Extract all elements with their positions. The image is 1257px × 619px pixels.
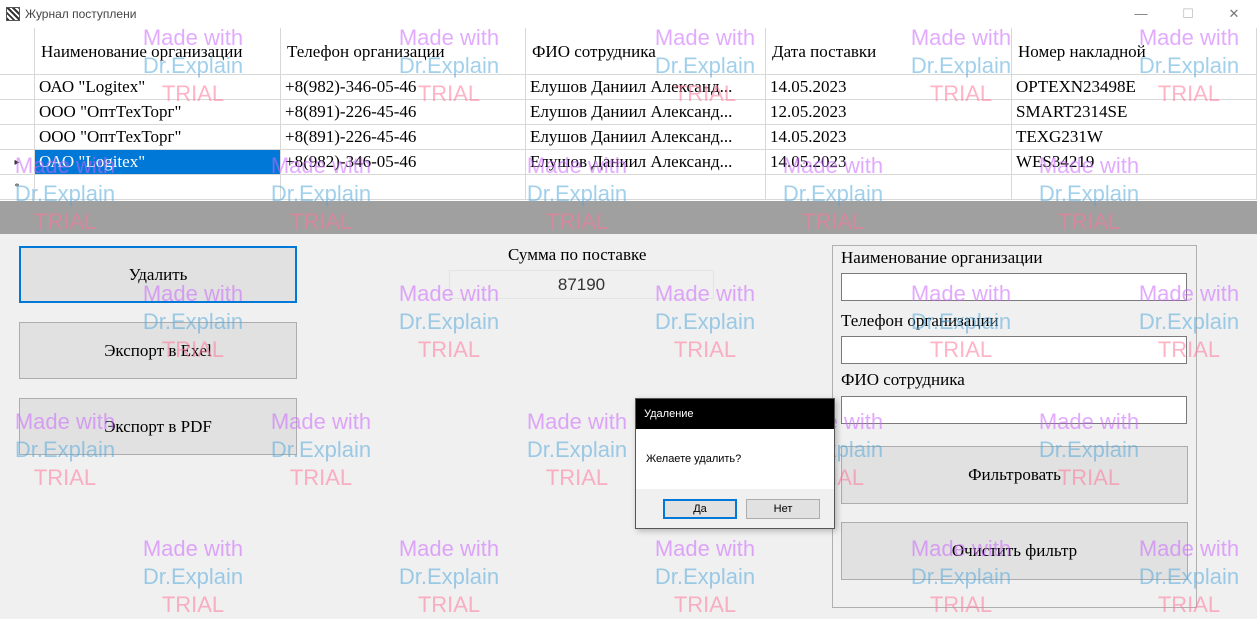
app-icon — [6, 7, 20, 21]
watermark: Made withDr.ExplainTRIAL — [142, 536, 244, 617]
table-cell-invoice[interactable]: WES34219 — [1012, 150, 1257, 175]
sum-label: Сумма по поставке — [508, 245, 647, 264]
table-cell-invoice[interactable]: TEXG231W — [1012, 125, 1257, 150]
watermark: Made withDr.ExplainTRIAL — [398, 536, 500, 617]
table-cell-date[interactable]: 14.05.2023 — [766, 125, 1012, 150]
new-row-cell[interactable] — [766, 175, 1012, 200]
window-title: Журнал поступлени — [25, 7, 137, 21]
table-cell-employee[interactable]: Елушов Даниил Александ... — [526, 150, 766, 175]
table-cell-invoice[interactable]: OPTEXN23498E — [1012, 75, 1257, 100]
table-cell-organization[interactable]: ООО "ОптТехТорг" — [35, 100, 281, 125]
column-header-phone[interactable]: Телефон организации — [281, 28, 526, 75]
sum-value: 87190 — [449, 270, 714, 299]
grid-empty-area — [0, 201, 1257, 234]
maximize-icon[interactable]: ☐ — [1165, 2, 1211, 26]
column-header-date[interactable]: Дата поставки — [766, 28, 1012, 75]
table-cell-phone[interactable]: +8(982)-346-05-46 — [281, 75, 526, 100]
table-cell-organization[interactable]: ООО "ОптТехТорг" — [35, 125, 281, 150]
dialog-yes-button[interactable]: Да — [663, 499, 737, 519]
delete-button[interactable]: Удалить — [19, 246, 297, 303]
new-row-cell[interactable] — [1012, 175, 1257, 200]
filter-employee-label: ФИО сотрудника — [841, 370, 965, 389]
filter-employee-input[interactable] — [841, 396, 1187, 424]
clear-filter-button[interactable]: Очистить фильтр — [841, 522, 1188, 580]
dialog-body: Желаете удалить? — [636, 429, 834, 489]
filter-phone-label: Телефон организации — [841, 311, 999, 330]
title-bar: Журнал поступлени — ☐ ✕ — [0, 0, 1257, 28]
column-header-organization[interactable]: Наименование организации — [35, 28, 281, 75]
row-header-new[interactable]: * — [0, 175, 35, 200]
new-row-cell[interactable] — [526, 175, 766, 200]
dialog-message: Желаете удалить? — [646, 453, 742, 465]
dialog-no-button[interactable]: Нет — [746, 499, 820, 519]
filter-organization-label: Наименование организации — [841, 248, 1043, 267]
table-cell-employee[interactable]: Елушов Даниил Александ... — [526, 100, 766, 125]
table-cell-invoice[interactable]: SMART2314SE — [1012, 100, 1257, 125]
watermark: Made withDr.ExplainTRIAL — [654, 536, 756, 617]
export-pdf-button[interactable]: Экспорт в PDF — [19, 398, 297, 455]
new-row-cell[interactable] — [35, 175, 281, 200]
table-cell-phone[interactable]: +8(982)-346-05-46 — [281, 150, 526, 175]
table-cell-date[interactable]: 12.05.2023 — [766, 100, 1012, 125]
column-header-employee[interactable]: ФИО сотрудника — [526, 28, 766, 75]
table-cell-employee[interactable]: Елушов Даниил Александ... — [526, 75, 766, 100]
watermark: Made withDr.ExplainTRIAL — [526, 409, 628, 490]
filter-organization-input[interactable] — [841, 273, 1187, 301]
table-cell-date[interactable]: 14.05.2023 — [766, 150, 1012, 175]
filter-button[interactable]: Фильтровать — [841, 446, 1188, 504]
table-cell-organization-selected[interactable]: ОАО "Logitex" — [35, 150, 281, 175]
delete-confirmation-dialog: Удаление Желаете удалить? Да Нет — [635, 398, 835, 529]
export-excel-button[interactable]: Экспорт в Exel — [19, 322, 297, 379]
table-cell-phone[interactable]: +8(891)-226-45-46 — [281, 100, 526, 125]
row-header[interactable] — [0, 125, 35, 150]
grid-corner-header — [0, 28, 35, 75]
close-icon[interactable]: ✕ — [1211, 2, 1257, 26]
table-cell-phone[interactable]: +8(891)-226-45-46 — [281, 125, 526, 150]
table-cell-employee[interactable]: Елушов Даниил Александ... — [526, 125, 766, 150]
row-header[interactable] — [0, 100, 35, 125]
table-cell-organization[interactable]: ОАО "Logitex" — [35, 75, 281, 100]
row-header[interactable] — [0, 75, 35, 100]
row-header-current[interactable]: ▸ — [0, 150, 35, 175]
minimize-icon[interactable]: — — [1118, 2, 1164, 26]
filter-phone-input[interactable] — [841, 336, 1187, 364]
new-row-cell[interactable] — [281, 175, 526, 200]
table-cell-date[interactable]: 14.05.2023 — [766, 75, 1012, 100]
column-header-invoice[interactable]: Номер накладной — [1012, 28, 1257, 75]
dialog-title: Удаление — [636, 399, 834, 429]
supply-data-grid[interactable]: Наименование организации Телефон организ… — [0, 28, 1257, 201]
